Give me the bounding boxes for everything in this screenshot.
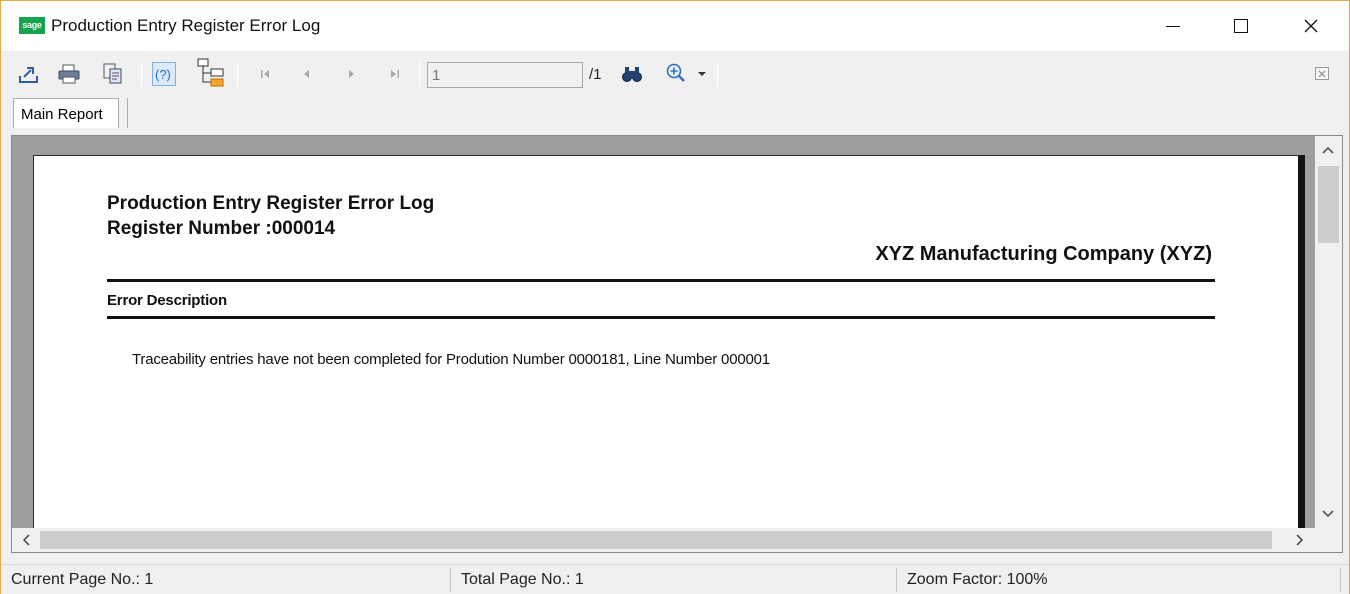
group-tree-button[interactable] — [197, 58, 225, 88]
print-button[interactable] — [57, 62, 81, 86]
header-rule — [107, 316, 1215, 319]
header-rule — [107, 279, 1215, 282]
close-icon — [1304, 19, 1318, 33]
maximize-icon — [1234, 19, 1248, 33]
chevron-right-icon — [1296, 534, 1304, 546]
maximize-button[interactable] — [1207, 1, 1275, 51]
report-viewer: Production Entry Register Error Log Regi… — [11, 135, 1343, 553]
previous-page-icon — [304, 70, 309, 78]
toolbar-separator — [419, 61, 420, 87]
error-line: Traceability entries have not been compl… — [132, 351, 770, 368]
column-header-error-description: Error Description — [107, 292, 227, 309]
window-title: Production Entry Register Error Log — [51, 16, 321, 35]
vertical-scrollbar[interactable] — [1315, 136, 1342, 528]
scroll-left-button[interactable] — [16, 530, 36, 550]
chevron-up-icon — [1322, 146, 1334, 154]
horizontal-scrollbar[interactable] — [12, 528, 1315, 552]
toolbar-separator — [141, 61, 142, 87]
first-page-icon — [261, 70, 269, 78]
scroll-up-button[interactable] — [1318, 140, 1338, 160]
export-icon — [19, 67, 38, 83]
help-icon: (?) — [155, 67, 171, 82]
zoom-icon — [666, 63, 706, 82]
report-page: Production Entry Register Error Log Regi… — [33, 155, 1305, 552]
minimize-button[interactable] — [1139, 1, 1207, 51]
toolbar-separator — [717, 61, 718, 87]
next-page-icon — [349, 70, 354, 78]
scrollbar-corner — [1315, 528, 1342, 552]
group-tree-icon — [197, 58, 224, 87]
copy-icon — [103, 63, 122, 84]
toolbar: (?) 1 /1 — [1, 53, 1349, 95]
vertical-scroll-thumb[interactable] — [1318, 166, 1339, 243]
status-bar: Current Page No.: 1 Total Page No.: 1 Zo… — [1, 564, 1349, 594]
copy-button[interactable] — [101, 62, 125, 86]
first-page-button[interactable] — [253, 62, 277, 86]
chevron-down-icon — [1322, 510, 1334, 518]
scroll-right-button[interactable] — [1290, 530, 1310, 550]
sage-logo: sage — [19, 17, 45, 34]
tab-main-report[interactable]: Main Report — [13, 98, 119, 128]
status-zoom-factor: Zoom Factor: 100% — [897, 568, 1341, 592]
help-button[interactable]: (?) — [152, 62, 176, 86]
last-page-button[interactable] — [383, 62, 407, 86]
scroll-down-button[interactable] — [1318, 504, 1338, 524]
close-report-icon — [1318, 70, 1326, 77]
zoom-button[interactable] — [665, 62, 709, 86]
chevron-left-icon — [22, 534, 30, 546]
status-current-page: Current Page No.: 1 — [1, 568, 451, 592]
close-report-button[interactable] — [1315, 67, 1329, 80]
company-name: XYZ Manufacturing Company (XYZ) — [875, 243, 1212, 265]
title-bar: sage Production Entry Register Error Log — [1, 1, 1349, 51]
report-window: sage Production Entry Register Error Log — [0, 0, 1350, 594]
register-number: Register Number :000014 — [107, 218, 336, 239]
tab-divider — [127, 98, 128, 128]
report-title: Production Entry Register Error Log — [107, 193, 435, 214]
page-number-input[interactable] — [427, 62, 583, 88]
toolbar-separator — [237, 61, 238, 87]
minimize-icon — [1166, 25, 1180, 27]
find-button[interactable] — [620, 62, 644, 86]
next-page-button[interactable] — [339, 62, 363, 86]
status-total-pages: Total Page No.: 1 — [451, 568, 897, 592]
print-icon — [58, 64, 80, 84]
page-total-label: /1 — [589, 66, 602, 83]
previous-page-button[interactable] — [295, 62, 319, 86]
find-icon — [622, 67, 642, 82]
horizontal-scroll-thumb[interactable] — [40, 531, 1272, 549]
close-button[interactable] — [1277, 1, 1345, 51]
last-page-icon — [391, 70, 399, 78]
svg-text:(?): (?) — [155, 67, 171, 82]
export-button[interactable] — [17, 62, 41, 86]
